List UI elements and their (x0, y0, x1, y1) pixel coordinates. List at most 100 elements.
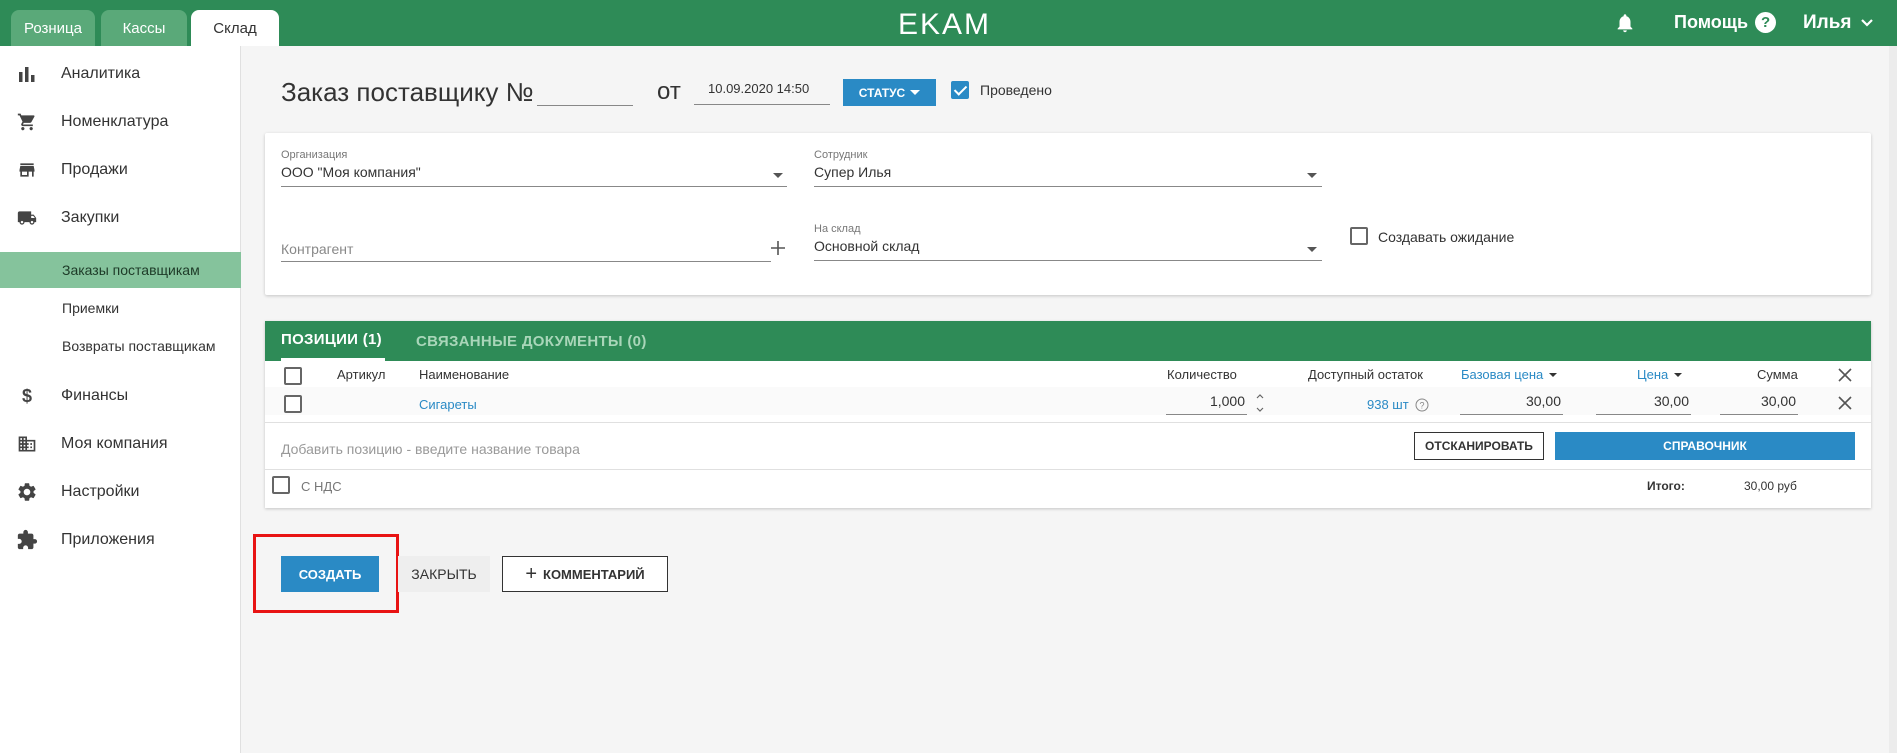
warehouse-label: На склад (814, 223, 861, 235)
puzzle-icon (14, 529, 40, 551)
quantity-stepper[interactable] (1255, 391, 1265, 415)
row-divider (265, 469, 1871, 470)
sidebar-item-settings[interactable]: Настройки (0, 472, 241, 512)
create-waiting-checkbox[interactable] (1350, 227, 1368, 245)
help-icon: ? (1755, 12, 1777, 33)
sidebar-item-finance[interactable]: $ Финансы (0, 376, 241, 416)
positions-tabs: ПОЗИЦИИ (1) СВЯЗАННЫЕ ДОКУМЕНТЫ (0) (265, 321, 1871, 361)
column-header-quantity: Количество (1167, 367, 1237, 382)
row-divider (265, 422, 1871, 423)
document-date-input[interactable]: 10.09.2020 14:50 (694, 78, 830, 105)
sidebar-item-company[interactable]: Моя компания (0, 424, 241, 464)
status-dropdown-button[interactable]: СТАТУС (843, 79, 936, 106)
price-input[interactable]: 30,00 (1596, 393, 1691, 415)
sidebar-item-apps[interactable]: Приложения (0, 520, 241, 560)
warehouse-select[interactable]: Основной склад (814, 238, 919, 254)
organization-label: Организация (281, 149, 348, 161)
row-checkbox[interactable] (284, 395, 302, 413)
user-menu[interactable]: Илья (1803, 12, 1874, 34)
tab-label: Розница (24, 19, 82, 37)
gear-icon (14, 481, 40, 503)
sidebar-item-label: Настройки (61, 483, 140, 500)
svg-text:?: ? (1419, 401, 1424, 411)
select-all-checkbox[interactable] (284, 367, 302, 385)
plus-icon: + (525, 563, 538, 585)
total-value: 30,00 руб (1744, 479, 1797, 493)
caret-down-icon[interactable] (773, 173, 783, 178)
truck-icon (14, 207, 40, 229)
tab-label: Кассы (122, 19, 166, 37)
sidebar-item-label: Номенклатура (61, 113, 169, 130)
column-header-name: Наименование (419, 367, 510, 382)
sidebar-item-nomenclature[interactable]: Номенклатура (0, 102, 241, 142)
sidebar-subitem-supplier-orders[interactable]: Заказы поставщикам (0, 252, 241, 288)
brand-logo[interactable]: EKAM (898, 8, 991, 42)
total-label: Итого: (1647, 479, 1685, 493)
tab-related-documents[interactable]: СВЯЗАННЫЕ ДОКУМЕНТЫ (0) (416, 321, 647, 361)
tab-warehouse[interactable]: Склад (191, 10, 279, 46)
bar-chart-icon (14, 63, 40, 85)
document-number-input[interactable] (537, 80, 633, 106)
chevron-down-icon (1860, 19, 1873, 27)
column-header-label: Цена (1637, 367, 1669, 382)
create-waiting-label: Создавать ожидание (1378, 229, 1515, 245)
counterparty-underline (281, 261, 771, 262)
sidebar-item-analytics[interactable]: Аналитика (0, 54, 241, 94)
caret-down-icon (910, 90, 921, 95)
sidebar-subitem-supplier-returns[interactable]: Возвраты поставщикам (0, 328, 241, 364)
row-product-link[interactable]: Сигареты (419, 397, 477, 412)
close-icon[interactable] (1837, 367, 1853, 383)
help-circle-icon[interactable]: ? (1415, 398, 1429, 412)
page-scrollbar[interactable] (1889, 46, 1897, 753)
dollar-icon: $ (21, 385, 32, 406)
counterparty-input[interactable]: Контрагент (281, 241, 353, 257)
caret-down-icon[interactable] (1307, 247, 1317, 252)
sidebar-item-label: Продажи (61, 161, 128, 178)
tab-label: Склад (213, 19, 257, 37)
tab-label: ПОЗИЦИИ (1) (281, 331, 382, 348)
sidebar-item-label: Моя компания (61, 435, 168, 452)
sidebar: Аналитика Номенклатура Продажи Закупки З… (0, 46, 241, 753)
column-header-base-price[interactable]: Базовая цена (1461, 367, 1558, 382)
vat-checkbox[interactable] (272, 476, 290, 494)
posted-checkbox[interactable] (951, 81, 969, 99)
tab-retail[interactable]: Розница (11, 10, 95, 46)
sidebar-item-label: Аналитика (61, 65, 141, 82)
employee-select[interactable]: Супер Илья (814, 164, 891, 180)
status-label: СТАТУС (858, 85, 906, 100)
directory-button[interactable]: СПРАВОЧНИК (1555, 432, 1855, 460)
column-header-article: Артикул (337, 367, 386, 382)
bell-icon[interactable] (1614, 12, 1636, 34)
positions-card: ПОЗИЦИИ (1) СВЯЗАННЫЕ ДОКУМЕНТЫ (0) Арти… (265, 321, 1871, 508)
date-from-label: от (657, 78, 681, 105)
cart-icon (14, 111, 40, 133)
close-button[interactable]: ЗАКРЫТЬ (398, 556, 490, 592)
row-available-stock-link[interactable]: 938 шт (1367, 397, 1409, 412)
plus-icon[interactable] (770, 240, 786, 256)
caret-down-icon[interactable] (1307, 173, 1317, 178)
create-button[interactable]: СОЗДАТЬ (281, 556, 379, 592)
quantity-input[interactable]: 1,000 (1166, 393, 1247, 415)
organization-select[interactable]: ООО "Моя компания" (281, 164, 421, 180)
column-header-label: Базовая цена (1461, 367, 1544, 382)
sidebar-item-purchases[interactable]: Закупки (0, 198, 241, 238)
help-button[interactable]: Помощь ? (1674, 12, 1777, 33)
sidebar-item-sales[interactable]: Продажи (0, 150, 241, 190)
building-icon (14, 433, 40, 455)
tab-label: СВЯЗАННЫЕ ДОКУМЕНТЫ (0) (416, 332, 647, 350)
sum-input[interactable]: 30,00 (1720, 393, 1798, 415)
tab-registers[interactable]: Кассы (101, 10, 187, 46)
base-price-input[interactable]: 30,00 (1460, 393, 1563, 415)
sidebar-subitem-receipts[interactable]: Приемки (0, 290, 241, 326)
scan-button[interactable]: ОТСКАНИРОВАТЬ (1414, 432, 1544, 460)
sidebar-item-label: Финансы (61, 387, 129, 404)
sidebar-item-label: Приложения (61, 531, 155, 548)
remove-row-icon[interactable] (1837, 395, 1853, 411)
column-header-price[interactable]: Цена (1637, 367, 1683, 382)
add-position-input[interactable]: Добавить позицию - введите название това… (281, 441, 580, 457)
employee-underline (814, 186, 1322, 187)
user-name: Илья (1803, 12, 1852, 33)
store-icon (14, 159, 40, 181)
tab-positions[interactable]: ПОЗИЦИИ (1) (281, 321, 385, 361)
add-comment-button[interactable]: + КОММЕНТАРИЙ (502, 556, 668, 592)
